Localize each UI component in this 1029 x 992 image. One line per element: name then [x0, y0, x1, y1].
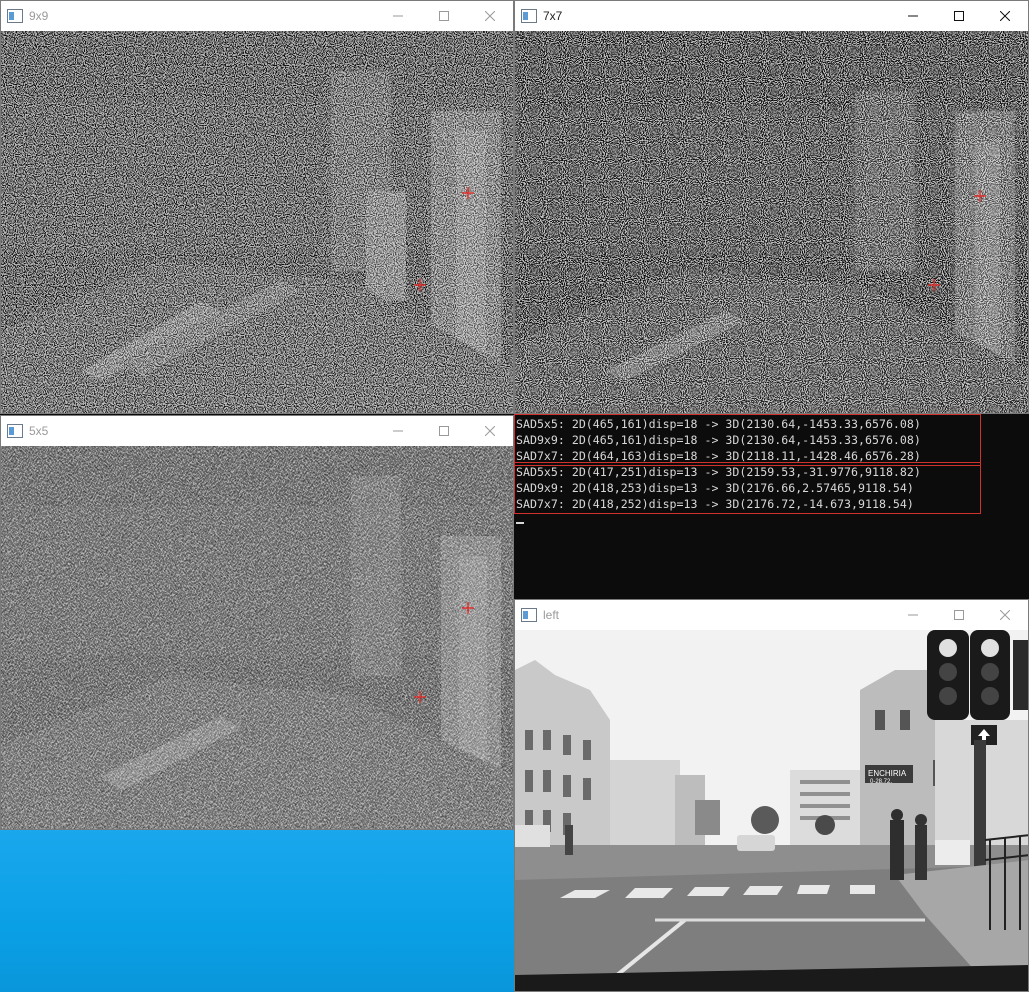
titlebar-5x5[interactable]: 5x5 [1, 416, 513, 446]
titlebar-7x7[interactable]: 7x7 [515, 1, 1028, 31]
minimize-icon [393, 430, 403, 432]
street-scene-image: ENCHIRIA 0-28.72. [515, 630, 1028, 991]
disparity-map-7x7 [515, 31, 1028, 413]
window-title: 5x5 [29, 424, 49, 438]
console-line: SAD5x5: 2D(465,161)disp=18 -> 3D(2130.64… [516, 417, 921, 431]
marker-cross-icon [462, 602, 474, 614]
marker-cross-icon [462, 187, 474, 199]
console-line: SAD7x7: 2D(418,252)disp=13 -> 3D(2176.72… [516, 497, 914, 511]
console-output[interactable]: SAD5x5: 2D(465,161)disp=18 -> 3D(2130.64… [514, 414, 1029, 602]
window-title: left [543, 608, 560, 622]
titlebar-left[interactable]: left [515, 600, 1028, 630]
app-icon [521, 9, 537, 23]
app-icon [521, 608, 537, 622]
close-icon [1000, 610, 1010, 620]
marker-cross-icon [414, 691, 426, 703]
close-icon [485, 11, 495, 21]
titlebar-9x9[interactable]: 9x9 [1, 1, 513, 31]
console-line: SAD9x9: 2D(418,253)disp=13 -> 3D(2176.66… [516, 481, 914, 495]
shop-phone: 0-28.72. [870, 779, 892, 785]
marker-cross-icon [974, 190, 986, 202]
maximize-button[interactable] [936, 600, 982, 630]
disparity-map-5x5 [1, 446, 513, 829]
close-button[interactable] [467, 416, 513, 446]
minimize-button[interactable] [890, 600, 936, 630]
maximize-icon [954, 610, 964, 620]
left-camera-image: ENCHIRIA 0-28.72. [515, 630, 1028, 991]
console-group-2: SAD5x5: 2D(417,251)disp=13 -> 3D(2159.53… [514, 462, 981, 514]
marker-cross-icon [928, 279, 940, 291]
maximize-button[interactable] [421, 416, 467, 446]
minimize-icon [908, 614, 918, 616]
close-icon [485, 426, 495, 436]
close-button[interactable] [467, 1, 513, 31]
maximize-button[interactable] [936, 1, 982, 31]
window-title: 9x9 [29, 9, 49, 23]
disparity-map-9x9 [1, 31, 513, 413]
maximize-icon [954, 11, 964, 21]
app-icon [7, 424, 23, 438]
minimize-icon [393, 15, 403, 17]
desktop-background[interactable] [0, 830, 514, 992]
window-title: 7x7 [543, 9, 563, 23]
window-5x5[interactable]: 5x5 [0, 415, 514, 830]
console-group-1: SAD5x5: 2D(465,161)disp=18 -> 3D(2130.64… [514, 414, 981, 466]
maximize-button[interactable] [421, 1, 467, 31]
maximize-icon [439, 426, 449, 436]
shop-sign: ENCHIRIA [868, 769, 907, 778]
minimize-button[interactable] [375, 1, 421, 31]
window-7x7[interactable]: 7x7 [514, 0, 1029, 414]
minimize-button[interactable] [890, 1, 936, 31]
disparity-image [1, 446, 513, 829]
disparity-image [1, 31, 513, 413]
close-button[interactable] [982, 1, 1028, 31]
console-line: SAD9x9: 2D(465,161)disp=18 -> 3D(2130.64… [516, 433, 921, 447]
console-cursor [516, 522, 524, 524]
minimize-button[interactable] [375, 416, 421, 446]
window-9x9[interactable]: 9x9 [0, 0, 514, 414]
close-icon [1000, 11, 1010, 21]
app-icon [7, 9, 23, 23]
minimize-icon [908, 15, 918, 17]
marker-cross-icon [414, 279, 426, 291]
close-button[interactable] [982, 600, 1028, 630]
console-line: SAD5x5: 2D(417,251)disp=13 -> 3D(2159.53… [516, 465, 921, 479]
maximize-icon [439, 11, 449, 21]
disparity-image [515, 31, 1028, 413]
window-left[interactable]: left ENCHIRIA 0-28.72. [514, 599, 1029, 992]
